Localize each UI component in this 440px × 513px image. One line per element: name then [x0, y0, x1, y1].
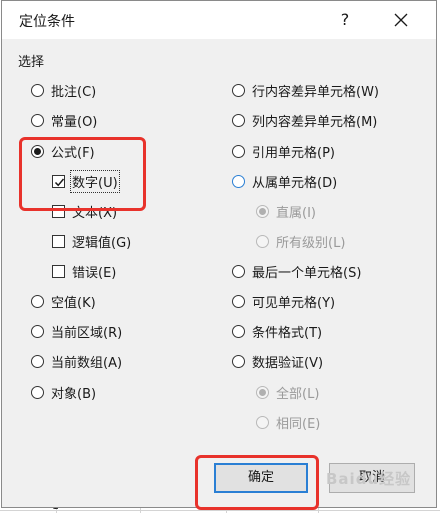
constants-label: 常量(O): [51, 114, 98, 130]
column-differences-option[interactable]: 列内容差异单元格(M): [232, 109, 377, 131]
numbers-checkbox[interactable]: [52, 174, 65, 188]
conditional-formats-option[interactable]: 条件格式(T): [232, 320, 322, 342]
validation-all-option[interactable]: 全部(L): [256, 381, 319, 403]
validation-same-option[interactable]: 相同(E): [256, 411, 320, 433]
validation-all-label: 全部(L): [276, 386, 320, 402]
validation-all-radio[interactable]: [256, 385, 269, 399]
column-differences-label: 列内容差异单元格(M): [252, 114, 378, 130]
text-option[interactable]: 文本(X): [52, 200, 117, 222]
data-validation-radio[interactable]: [232, 354, 245, 368]
conditional-formats-radio[interactable]: [232, 324, 245, 338]
blanks-label: 空值(K): [51, 295, 96, 311]
formulas-label: 公式(F): [51, 145, 95, 161]
dialog-title: 定位条件: [19, 14, 75, 30]
current-region-label: 当前区域(R): [51, 325, 123, 341]
formulas-option[interactable]: 公式(F): [31, 140, 95, 162]
direct-only-radio[interactable]: [256, 204, 269, 218]
logicals-checkbox[interactable]: [52, 234, 65, 248]
visible-cells-option[interactable]: 可见单元格(Y): [232, 290, 335, 312]
text-label: 文本(X): [72, 205, 118, 221]
go-to-special-dialog: 定位条件 ? 选择 批注(C) 常量(O) 公式(F) 数字(U) 文本(X) …: [1, 0, 437, 508]
cancel-button[interactable]: 取消: [329, 463, 415, 493]
direct-only-label: 直属(I): [276, 205, 316, 221]
dependents-radio[interactable]: [232, 174, 245, 188]
comments-option[interactable]: 批注(C): [31, 79, 96, 101]
visible-cells-label: 可见单元格(Y): [252, 295, 336, 311]
all-levels-label: 所有级别(L): [276, 235, 346, 251]
column-differences-radio[interactable]: [232, 113, 245, 127]
current-region-option[interactable]: 当前区域(R): [31, 320, 122, 342]
comments-radio[interactable]: [31, 83, 44, 97]
blanks-option[interactable]: 空值(K): [31, 290, 96, 312]
conditional-formats-label: 条件格式(T): [252, 325, 323, 341]
visible-cells-radio[interactable]: [232, 294, 245, 308]
last-cell-option[interactable]: 最后一个单元格(S): [232, 260, 361, 282]
selection-group-label: 选择: [18, 55, 45, 70]
current-array-label: 当前数组(A): [51, 355, 123, 371]
last-cell-label: 最后一个单元格(S): [252, 265, 362, 281]
errors-option[interactable]: 错误(E): [52, 260, 116, 282]
row-differences-label: 行内容差异单元格(W): [252, 84, 379, 100]
all-levels-option[interactable]: 所有级别(L): [256, 230, 345, 252]
current-region-radio[interactable]: [31, 324, 44, 338]
last-cell-radio[interactable]: [232, 264, 245, 278]
numbers-option[interactable]: 数字(U): [52, 169, 120, 193]
formulas-radio[interactable]: [31, 144, 44, 158]
comments-label: 批注(C): [51, 84, 97, 100]
blanks-radio[interactable]: [31, 294, 44, 308]
precedents-radio[interactable]: [232, 144, 245, 158]
numbers-label: 数字(U): [70, 169, 120, 193]
help-button[interactable]: ?: [332, 7, 358, 33]
errors-label: 错误(E): [72, 265, 117, 281]
close-icon[interactable]: [388, 7, 414, 33]
row-differences-option[interactable]: 行内容差异单元格(W): [232, 79, 379, 101]
constants-radio[interactable]: [31, 113, 44, 127]
dependents-option[interactable]: 从属单元格(D): [232, 170, 337, 192]
checkmark-icon: [54, 178, 65, 186]
dialog-titlebar: 定位条件 ?: [2, 1, 436, 39]
data-validation-option[interactable]: 数据验证(V): [232, 350, 323, 372]
errors-checkbox[interactable]: [52, 264, 65, 278]
dependents-label: 从属单元格(D): [252, 175, 338, 191]
objects-option[interactable]: 对象(B): [31, 381, 96, 403]
validation-same-radio[interactable]: [256, 415, 269, 429]
row-differences-radio[interactable]: [232, 83, 245, 97]
logicals-option[interactable]: 逻辑值(G): [52, 230, 131, 252]
text-checkbox[interactable]: [52, 204, 65, 218]
constants-option[interactable]: 常量(O): [31, 109, 97, 131]
precedents-option[interactable]: 引用单元格(P): [232, 140, 335, 162]
current-array-radio[interactable]: [31, 354, 44, 368]
all-levels-radio[interactable]: [256, 234, 269, 248]
row-gridline: [0, 510, 440, 511]
current-array-option[interactable]: 当前数组(A): [31, 350, 122, 372]
direct-only-option[interactable]: 直属(I): [256, 200, 316, 222]
objects-radio[interactable]: [31, 385, 44, 399]
precedents-label: 引用单元格(P): [252, 145, 335, 161]
validation-same-label: 相同(E): [276, 416, 321, 432]
logicals-label: 逻辑值(G): [72, 235, 132, 251]
objects-label: 对象(B): [51, 386, 97, 402]
ok-button[interactable]: 确定: [214, 463, 308, 493]
data-validation-label: 数据验证(V): [252, 355, 324, 371]
